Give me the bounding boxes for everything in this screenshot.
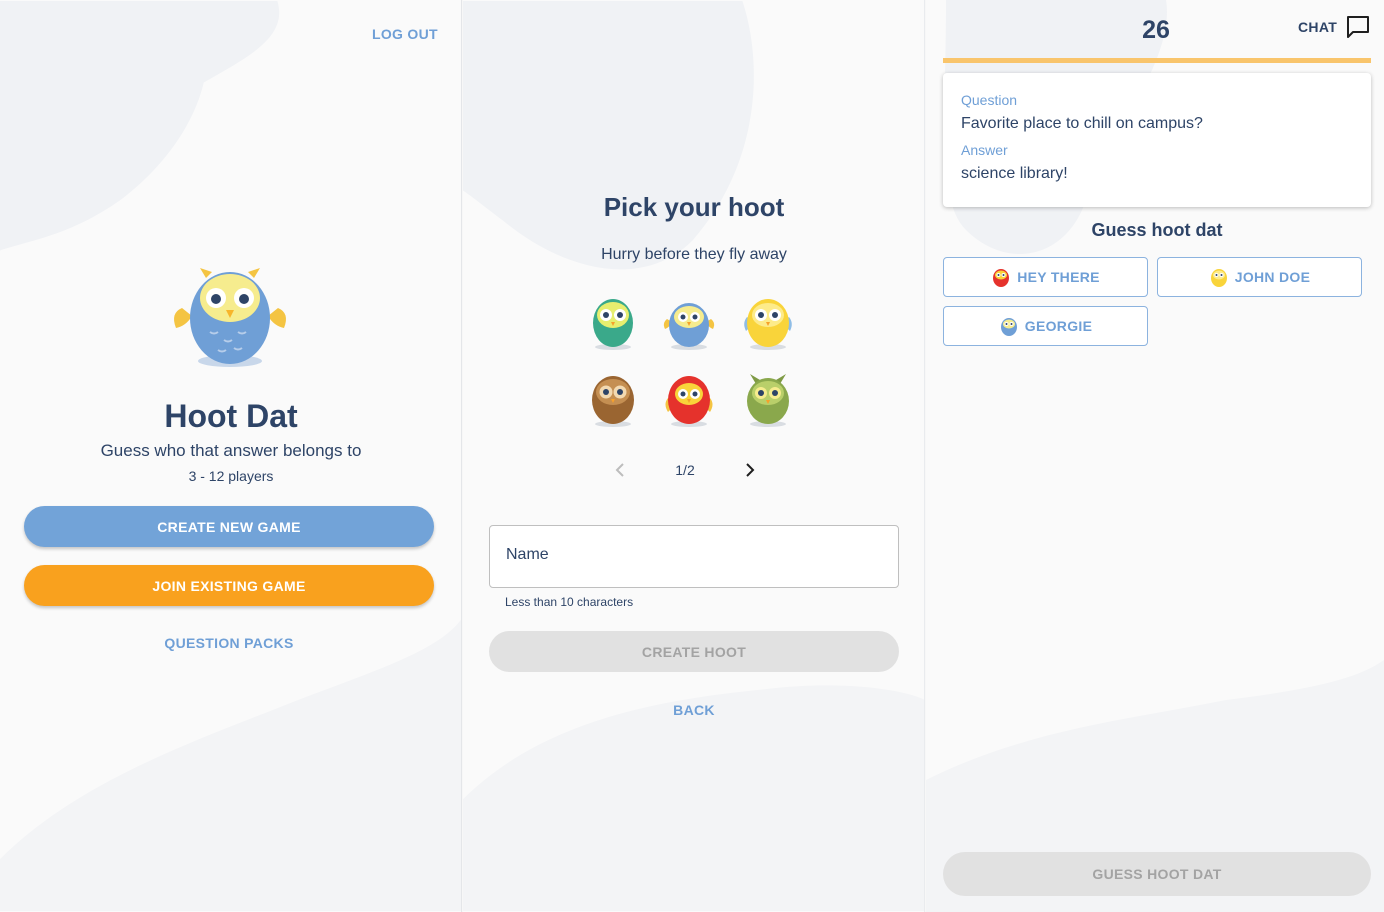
create-hoot-button[interactable]: CREATE HOOT (489, 631, 899, 672)
chevron-left-icon (615, 463, 624, 477)
guess-heading: Guess hoot dat (1091, 220, 1223, 240)
pager-indicator: 1/2 (675, 462, 695, 478)
name-input[interactable]: Name (489, 525, 899, 588)
owl-option-yellow[interactable] (738, 291, 798, 351)
player-count: 3 - 12 players (188, 468, 274, 484)
yellow-owl-icon (1210, 269, 1227, 287)
create-new-game-button[interactable]: CREATE NEW GAME (24, 506, 434, 547)
question-text: Favorite place to chill on campus? (961, 115, 1203, 132)
olive-owl-icon (747, 374, 789, 427)
brown-owl-icon (592, 376, 634, 427)
back-button[interactable]: BACK (463, 702, 924, 718)
timer-progress-bar (943, 58, 1371, 63)
answer-label: Answer (961, 142, 1008, 158)
red-owl-icon (665, 376, 713, 427)
owl-option-red[interactable] (659, 368, 719, 428)
blue-owl-logo-icon (174, 268, 286, 367)
pick-title: Pick your hoot (603, 192, 785, 222)
chevron-right-icon (746, 463, 755, 477)
pager-prev-button[interactable] (611, 460, 631, 480)
name-helper-text: Less than 10 characters (505, 595, 634, 609)
player-name: JOHN DOE (1234, 269, 1311, 285)
blue-owl-icon (663, 303, 715, 350)
player-option-georgie[interactable]: GEORGIE (943, 306, 1148, 346)
blue-owl-icon (1000, 318, 1017, 336)
player-option-john-doe[interactable]: JOHN DOE (1157, 257, 1362, 297)
owl-option-green[interactable] (583, 291, 643, 351)
guess-panel: 26 CHAT Question Favorite place to chill… (926, 0, 1384, 912)
owl-option-blue[interactable] (659, 291, 719, 351)
green-owl-icon (593, 299, 633, 350)
player-name: HEY THERE (1017, 269, 1100, 285)
yellow-owl-icon (744, 299, 792, 350)
player-option-hey-there[interactable]: HEY THERE (943, 257, 1148, 297)
timer-progress-fill (943, 58, 1371, 63)
pick-subtitle: Hurry before they fly away (601, 246, 787, 263)
app-title: Hoot Dat (164, 398, 298, 434)
pager-next-button[interactable] (739, 460, 759, 480)
chat-button[interactable]: CHAT (1298, 14, 1371, 40)
guess-hoot-dat-button[interactable]: GUESS HOOT DAT (943, 852, 1371, 896)
name-input-label: Name (506, 546, 549, 563)
home-panel: LOG OUT Hoot Dat Guess who that answer b… (0, 0, 462, 912)
question-label: Question (961, 92, 1018, 108)
red-owl-icon (993, 269, 1010, 287)
owl-option-olive[interactable] (738, 368, 798, 428)
owl-option-brown[interactable] (583, 368, 643, 428)
answer-text: science library! (961, 165, 1068, 182)
question-answer-card: Question Favorite place to chill on camp… (943, 73, 1371, 207)
chat-label: CHAT (1298, 19, 1338, 35)
app-tagline: Guess who that answer belongs to (100, 441, 362, 460)
join-existing-game-button[interactable]: JOIN EXISTING GAME (24, 565, 434, 606)
player-name: GEORGIE (1024, 318, 1093, 334)
countdown-timer: 26 (1142, 16, 1170, 44)
pick-hoot-panel: Pick your hoot Hurry before they fly awa… (463, 0, 925, 912)
question-packs-button[interactable]: QUESTION PACKS (0, 635, 458, 651)
logout-button[interactable]: LOG OUT (372, 26, 438, 42)
chat-bubble-icon (1347, 16, 1370, 38)
